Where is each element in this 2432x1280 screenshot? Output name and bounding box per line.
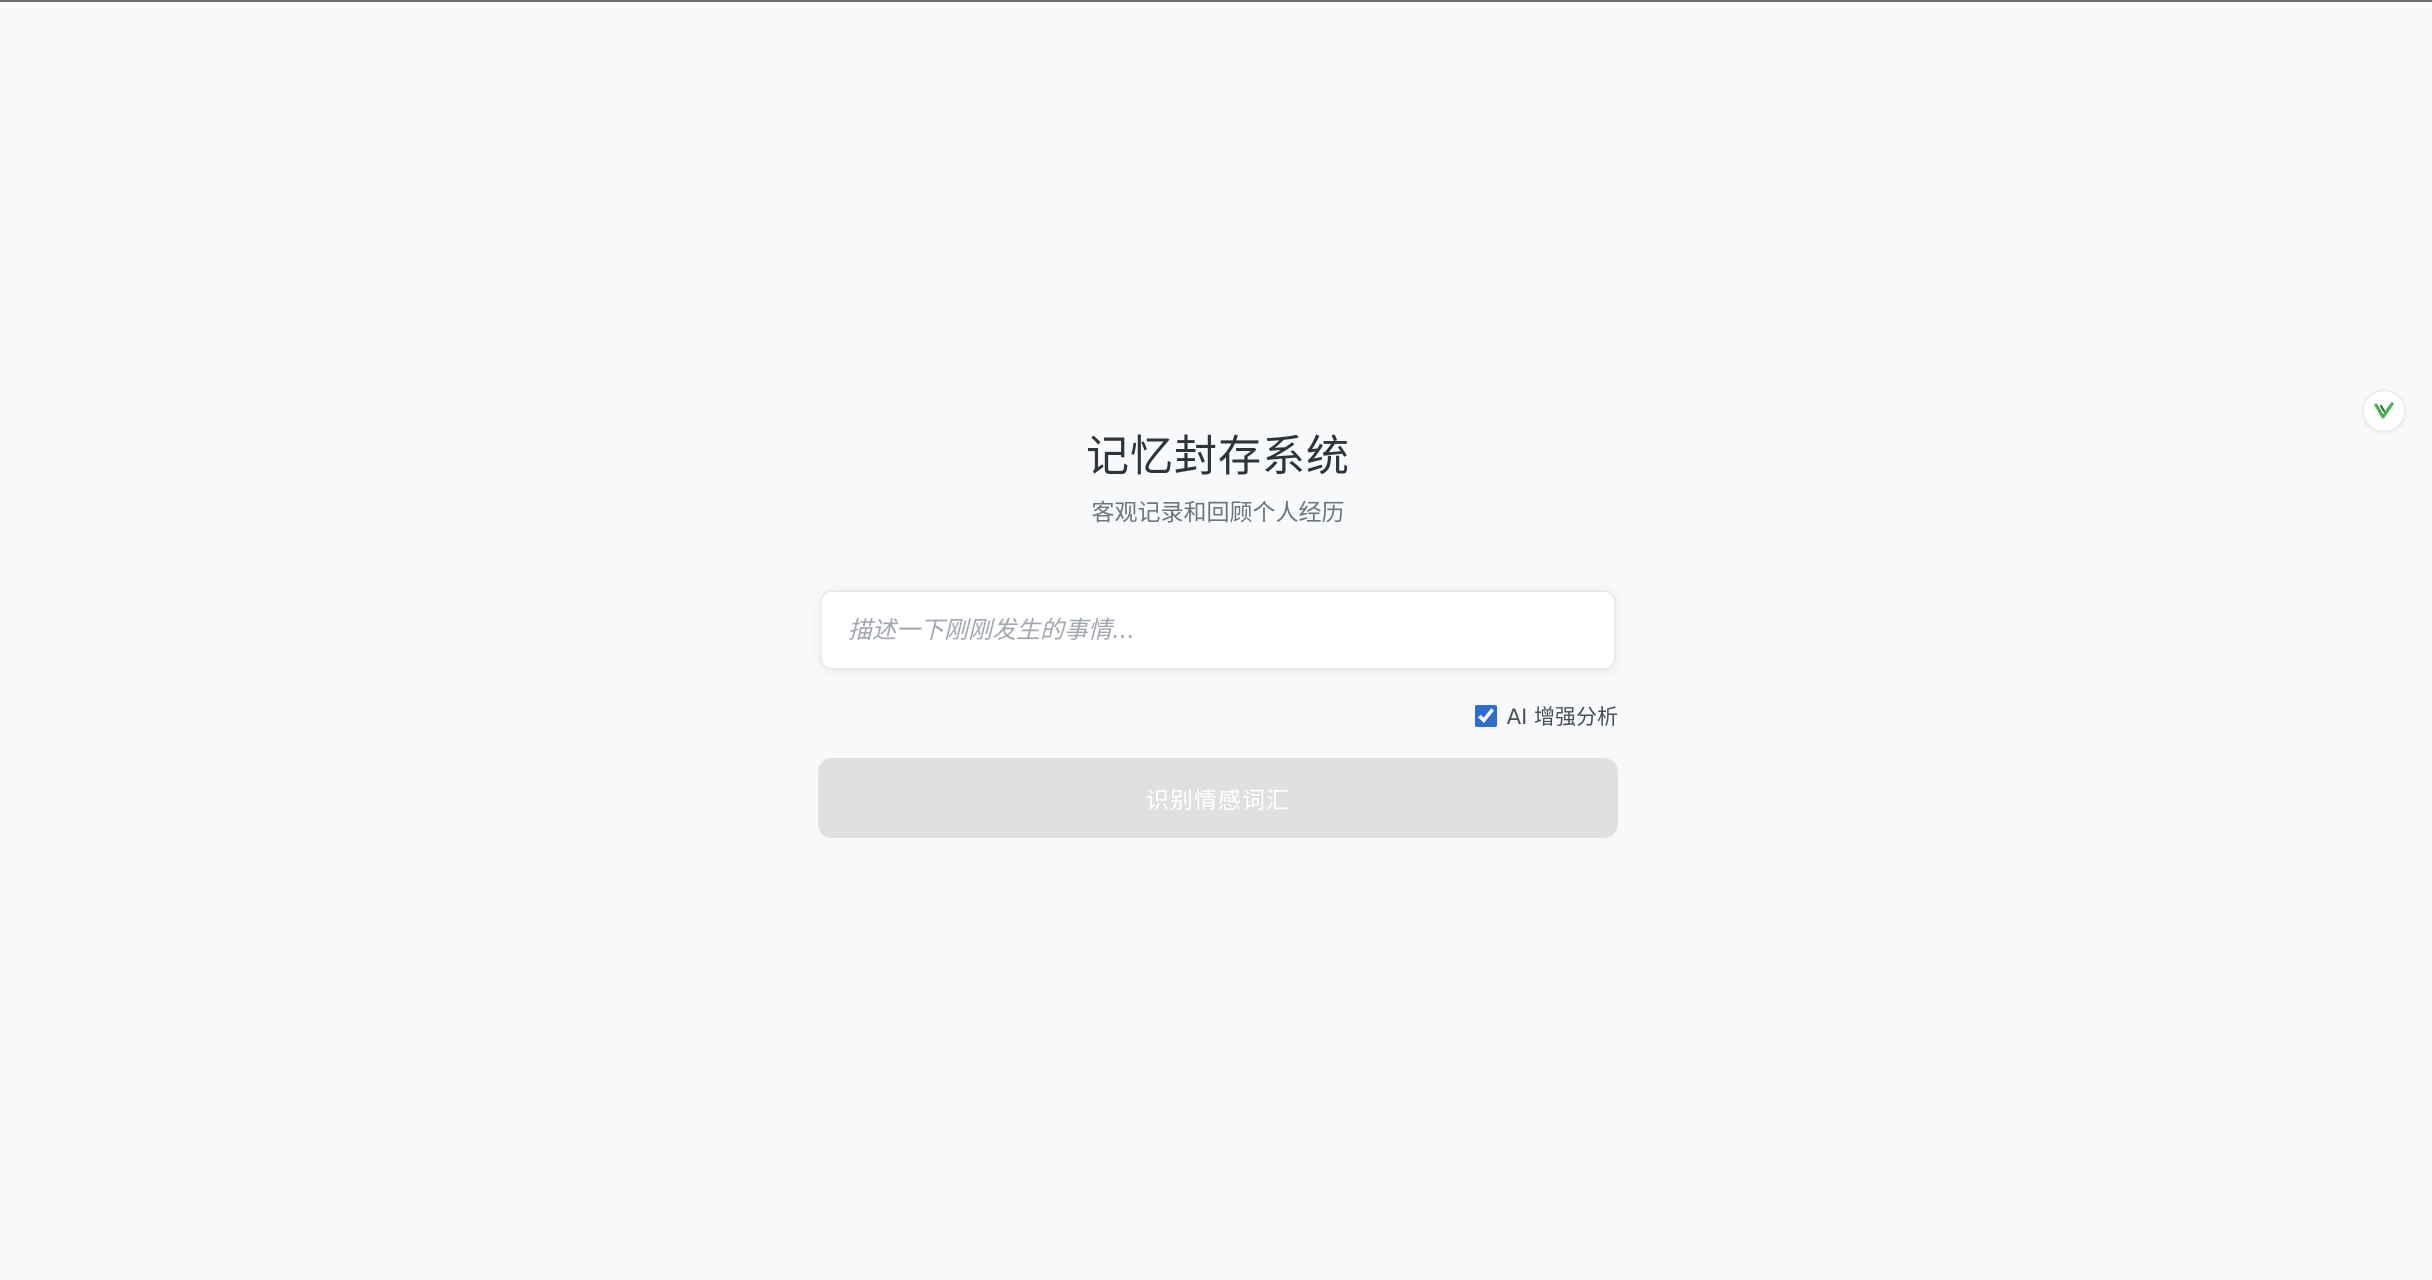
floating-assistant-button[interactable] bbox=[2363, 390, 2405, 432]
v-check-icon bbox=[2374, 402, 2394, 419]
page-subtitle: 客观记录和回顾个人经历 bbox=[1091, 500, 1345, 526]
event-description-input[interactable] bbox=[822, 592, 1614, 668]
ai-enhance-checkbox[interactable] bbox=[1474, 705, 1497, 727]
ai-enhance-option[interactable]: AI 增强分析 bbox=[1474, 701, 1618, 731]
identify-emotion-words-button[interactable]: 识别情感词汇 bbox=[818, 758, 1618, 838]
ai-enhance-row: AI 增强分析 bbox=[818, 700, 1618, 732]
memory-app: 记忆封存系统 客观记录和回顾个人经历 AI 增强分析 识别情感词汇 bbox=[818, 428, 1618, 838]
event-input-container bbox=[820, 590, 1616, 670]
page-title: 记忆封存系统 bbox=[1086, 432, 1350, 482]
ai-enhance-label: AI 增强分析 bbox=[1506, 705, 1618, 729]
